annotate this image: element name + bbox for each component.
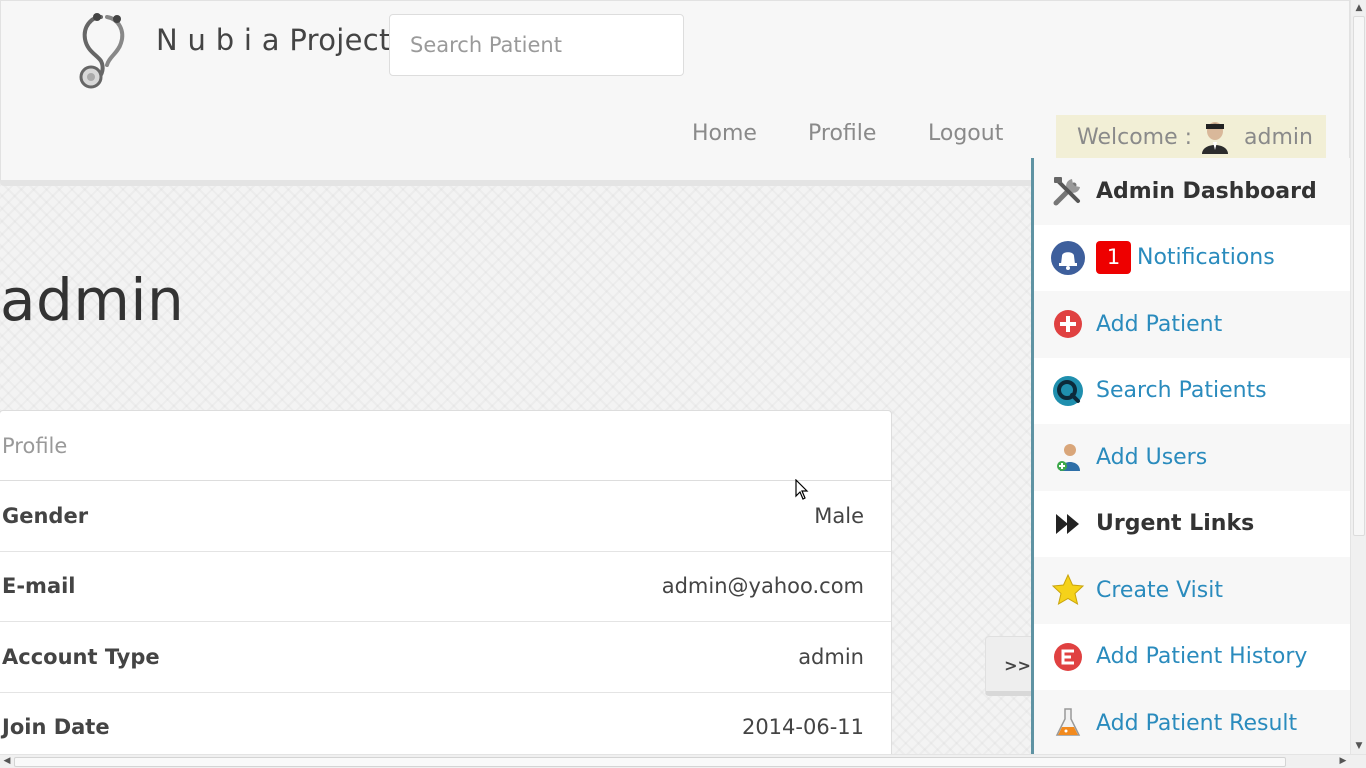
- plus-circle-icon: [1054, 310, 1082, 339]
- profile-row-account-type: Account Type admin: [0, 622, 891, 693]
- tools-icon: [1053, 177, 1080, 206]
- sidebar-item-label[interactable]: Add Users: [1096, 445, 1207, 470]
- sidebar-item-add-patient[interactable]: Add Patient: [1034, 291, 1350, 358]
- search-patient-input[interactable]: [389, 14, 684, 76]
- sidebar-item-add-patient-result[interactable]: Add Patient Result: [1034, 690, 1350, 754]
- row-value: admin: [798, 644, 864, 669]
- star-icon: [1051, 574, 1085, 606]
- welcome-label: Welcome :: [1077, 124, 1193, 150]
- nav-logout-link[interactable]: Logout: [928, 117, 1003, 151]
- brand-name[interactable]: N u b i a Project: [156, 23, 391, 57]
- user-avatar-icon: [1202, 122, 1229, 154]
- flask-icon: [1055, 708, 1081, 736]
- welcome-username[interactable]: admin: [1244, 125, 1313, 150]
- sidebar-item-label[interactable]: Create Visit: [1096, 578, 1223, 603]
- row-label: Gender: [2, 503, 89, 528]
- vertical-scrollbar[interactable]: ▲ ▼: [1350, 0, 1366, 754]
- notification-count-badge: 1: [1096, 241, 1131, 275]
- sidebar-item-label[interactable]: Search Patients: [1096, 378, 1267, 403]
- search-icon: [1053, 375, 1083, 406]
- row-label: Account Type: [2, 644, 160, 669]
- user-add-icon: [1057, 444, 1080, 472]
- bell-icon: [1051, 240, 1085, 275]
- sidebar: Admin Dashboard 1 Notifications Add Pati…: [1031, 158, 1350, 754]
- profile-row-join-date: Join Date 2014-06-11: [0, 693, 891, 763]
- row-label: Join Date: [2, 715, 110, 740]
- profile-row-email: E-mail admin@yahoo.com: [0, 552, 891, 622]
- nav-home-link[interactable]: Home: [692, 117, 757, 151]
- sidebar-item-search-patients[interactable]: Search Patients: [1034, 358, 1350, 425]
- vertical-scroll-thumb[interactable]: [1353, 16, 1365, 536]
- sidebar-item-notifications[interactable]: 1 Notifications: [1034, 225, 1350, 292]
- welcome-box: Welcome : admin: [1056, 115, 1326, 159]
- horizontal-scrollbar[interactable]: ◀ ▶: [0, 754, 1366, 768]
- panel-heading: Profile: [0, 411, 891, 481]
- sidebar-item-label[interactable]: Add Patient: [1096, 312, 1222, 337]
- scroll-up-icon[interactable]: ▲: [1351, 0, 1366, 16]
- sidebar-item-create-visit[interactable]: Create Visit: [1034, 557, 1350, 624]
- scroll-right-icon[interactable]: ▶: [1336, 755, 1350, 768]
- sidebar-heading-urgent-links: Urgent Links: [1034, 491, 1350, 558]
- profile-panel: Profile Gender Male E-mail admin@yahoo.c…: [0, 410, 892, 768]
- sidebar-heading-label: Urgent Links: [1096, 511, 1255, 537]
- sidebar-heading-label: Admin Dashboard: [1096, 178, 1317, 204]
- sidebar-item-add-patient-history[interactable]: Add Patient History: [1034, 624, 1350, 691]
- nav-profile-link[interactable]: Profile: [808, 117, 876, 151]
- sidebar-heading-admin-dashboard: Admin Dashboard: [1034, 158, 1350, 225]
- row-label: E-mail: [2, 574, 76, 599]
- sidebar-item-add-users[interactable]: Add Users: [1034, 424, 1350, 491]
- scroll-down-icon[interactable]: ▼: [1351, 738, 1366, 754]
- fast-forward-icon: [1056, 513, 1079, 534]
- sidebar-item-label[interactable]: Notifications: [1137, 245, 1275, 270]
- row-value: admin@yahoo.com: [661, 574, 864, 599]
- row-value: Male: [814, 503, 864, 528]
- mouse-cursor-icon: [795, 479, 809, 500]
- scroll-left-icon[interactable]: ◀: [0, 755, 14, 768]
- row-value: 2014-06-11: [741, 715, 864, 740]
- history-icon: [1054, 642, 1082, 671]
- horizontal-scroll-thumb[interactable]: [14, 757, 1286, 767]
- page-title: admin: [0, 266, 185, 334]
- profile-row-gender: Gender Male: [0, 481, 891, 552]
- sidebar-item-label[interactable]: Add Patient History: [1096, 644, 1307, 669]
- sidebar-item-label[interactable]: Add Patient Result: [1096, 711, 1297, 736]
- stethoscope-icon: [79, 13, 125, 89]
